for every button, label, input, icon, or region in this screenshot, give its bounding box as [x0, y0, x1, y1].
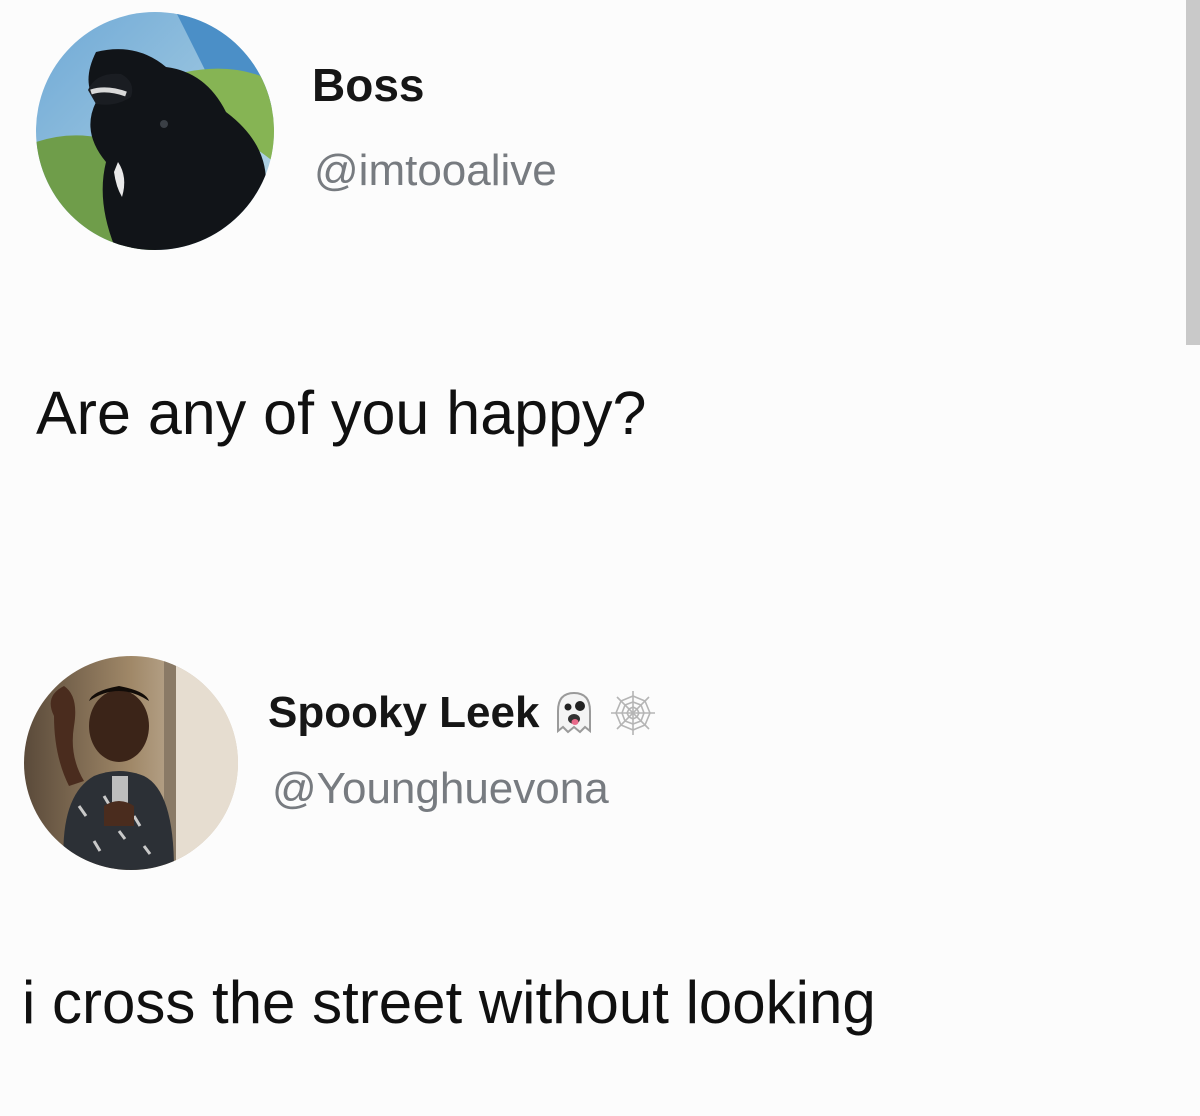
tweet-reply: Spooky Leek @Younghuevona i cross the st…: [0, 600, 1186, 1100]
dog-photo-avatar: [36, 12, 274, 250]
scrollbar[interactable]: [1186, 0, 1200, 345]
user-handle[interactable]: @Younghuevona: [272, 764, 609, 814]
avatar[interactable]: [36, 12, 274, 250]
spider-web-emoji: [608, 688, 658, 738]
display-name[interactable]: Spooky Leek: [268, 688, 539, 738]
tweet-text: i cross the street without looking: [22, 969, 876, 1036]
ghost-emoji: [552, 689, 596, 737]
display-name[interactable]: Boss: [312, 58, 424, 112]
tweet-text: Are any of you happy?: [36, 379, 647, 447]
display-name-row: Spooky Leek: [268, 688, 658, 738]
avatar[interactable]: [24, 656, 238, 870]
tweet-original: Boss @imtooalive Are any of you happy?: [0, 0, 1186, 560]
user-handle[interactable]: @imtooalive: [314, 146, 557, 196]
person-selfie-avatar: [24, 656, 238, 870]
